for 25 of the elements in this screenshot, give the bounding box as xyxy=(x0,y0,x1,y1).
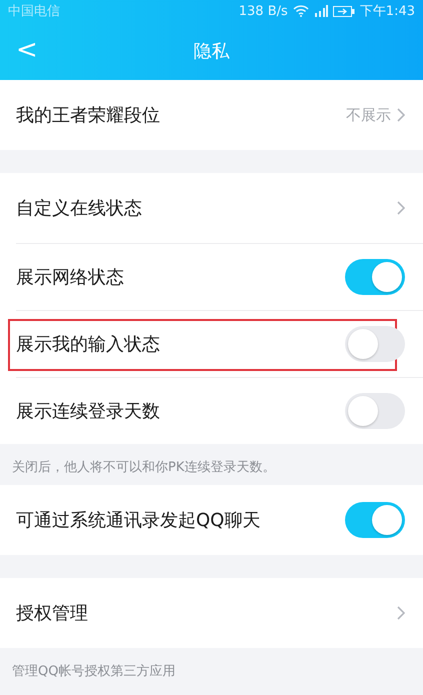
toggle-switch[interactable] xyxy=(345,502,405,538)
setting-label: 可通过系统通讯录发起QQ聊天 xyxy=(16,509,260,532)
setting-label: 展示我的输入状态 xyxy=(16,333,160,356)
battery-icon xyxy=(332,6,355,16)
setting-label: 展示网络状态 xyxy=(16,266,124,289)
setting-label: 自定义在线状态 xyxy=(16,197,142,220)
page-title: 隐私 xyxy=(194,40,230,63)
setting-label: 我的王者荣耀段位 xyxy=(16,104,160,127)
toggle-switch[interactable] xyxy=(345,393,405,429)
chevron-icon[interactable] xyxy=(397,201,405,215)
setting-label: 授权管理 xyxy=(16,602,88,625)
setting-label: 展示连续登录天数 xyxy=(16,400,160,423)
clock-time: 下午1:43 xyxy=(360,3,415,20)
footnote-text: 管理QQ帐号授权第三方应用 xyxy=(11,663,176,681)
setting-value: 不展示 xyxy=(346,106,391,124)
chevron-icon[interactable] xyxy=(397,606,405,620)
signal-icon xyxy=(314,5,328,17)
chevron-icon[interactable] xyxy=(397,108,405,122)
back-button[interactable]: < xyxy=(10,35,44,65)
toggle-switch[interactable] xyxy=(345,259,405,295)
footnote-text: 关闭后，他人将不可以和你PK连续登录天数。 xyxy=(11,459,276,477)
toggle-switch[interactable] xyxy=(345,326,405,362)
carrier-name: 中国电信 xyxy=(8,3,60,20)
wifi-icon xyxy=(292,5,309,17)
network-speed: 138 B/s xyxy=(238,4,288,18)
